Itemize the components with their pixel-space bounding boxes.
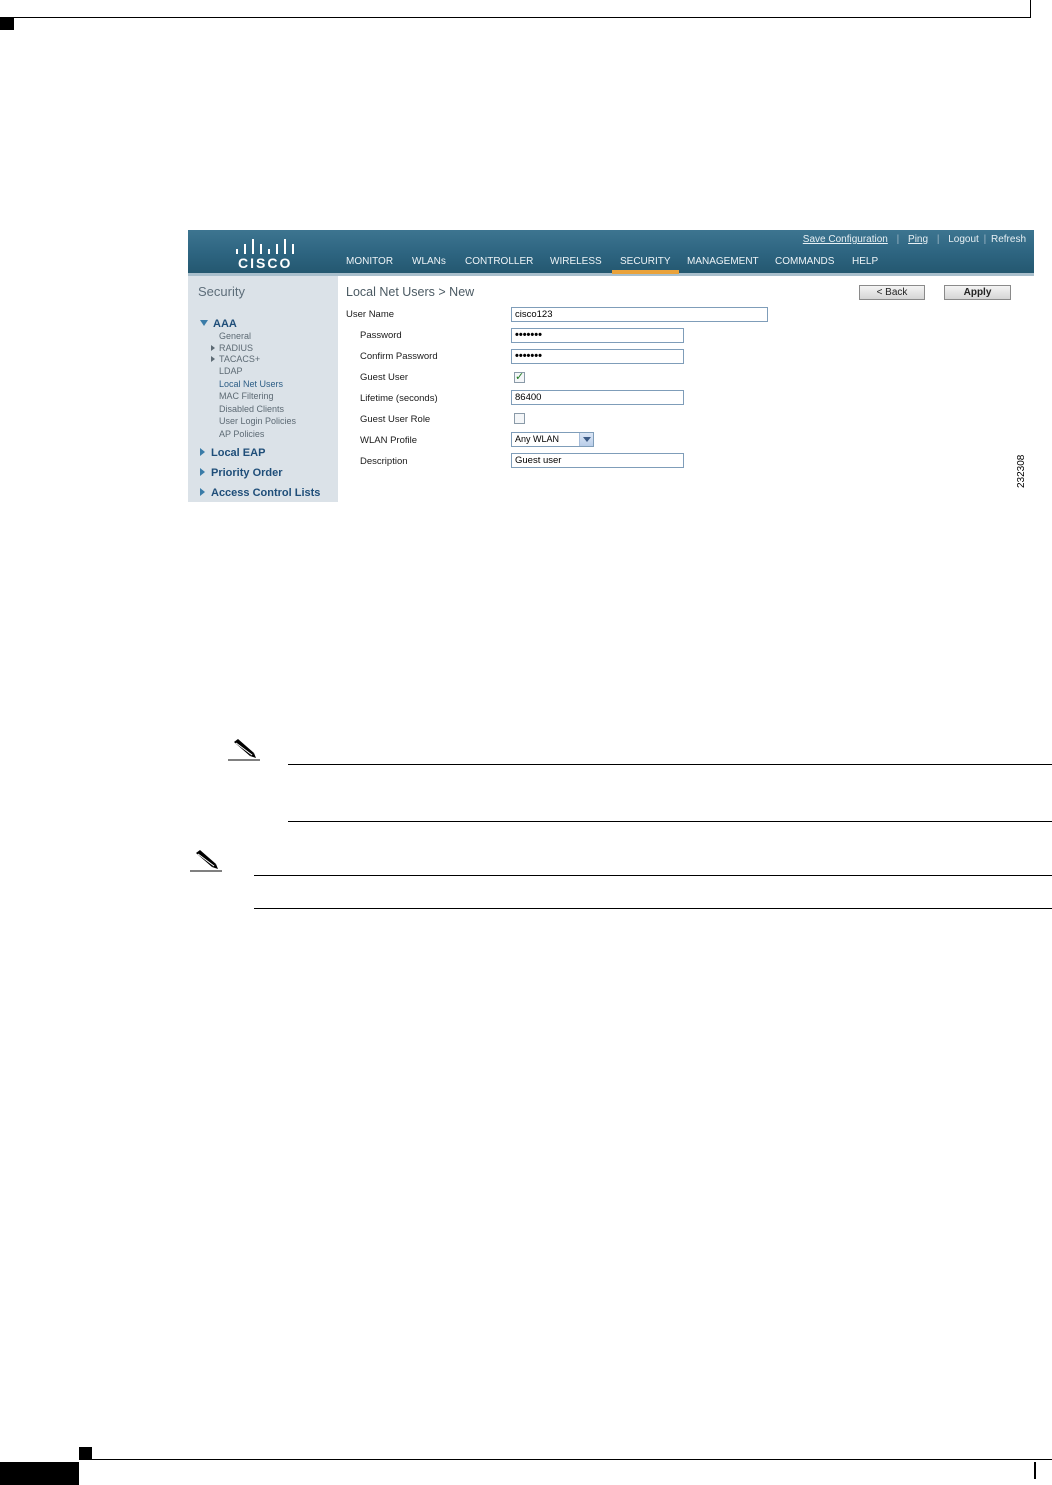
note-top-rule	[288, 764, 1052, 765]
top-rule-tick	[1030, 0, 1031, 18]
menu-management[interactable]: MANAGEMENT	[687, 256, 759, 267]
note-pencil-icon	[228, 739, 260, 761]
menu-controller[interactable]: CONTROLLER	[465, 256, 533, 267]
top-rule	[0, 17, 1030, 18]
sidebar-item-radius[interactable]: RADIUS	[211, 343, 254, 353]
sidebar: Security AAA General RADIUS TACACS+ LDAP…	[188, 276, 338, 502]
note-bottom-rule	[254, 908, 1052, 909]
menu-security[interactable]: SECURITY	[620, 256, 671, 267]
guest-user-role-checkbox[interactable]	[514, 413, 525, 424]
ping-link[interactable]: Ping	[908, 234, 928, 245]
logout-link[interactable]: Logout	[948, 234, 979, 245]
save-configuration-link[interactable]: Save Configuration	[803, 234, 888, 245]
bottom-rule	[79, 1459, 1052, 1460]
utility-separator: |	[936, 234, 940, 245]
back-button[interactable]: < Back	[859, 285, 925, 300]
wlan-profile-value: Any WLAN	[515, 434, 560, 444]
wlan-profile-select[interactable]: Any WLAN	[511, 432, 594, 447]
guest-user-role-label: Guest User Role	[360, 414, 431, 425]
menu-commands[interactable]: COMMANDS	[775, 256, 834, 267]
chevron-down-icon[interactable]	[579, 433, 593, 446]
brand-word: CISCO	[238, 255, 293, 271]
collapsed-triangle-icon	[200, 468, 205, 476]
password-label: Password	[360, 330, 402, 341]
refresh-link[interactable]: Refresh	[991, 234, 1026, 245]
sidebar-item-mac-filtering[interactable]: MAC Filtering	[219, 391, 274, 401]
utility-separator: |	[983, 234, 987, 245]
menu-monitor[interactable]: MONITOR	[346, 256, 393, 267]
cisco-logo-bars-icon	[236, 234, 294, 254]
bottom-corner-marker	[79, 1447, 92, 1459]
user-name-label: User Name	[346, 309, 395, 320]
figure-number: 232308	[1016, 454, 1027, 488]
menu-wlans[interactable]: WLANs	[412, 256, 446, 267]
password-input[interactable]: •••••••	[511, 328, 684, 343]
note-bottom-rule	[288, 821, 1052, 822]
lifetime-label: Lifetime (seconds)	[360, 393, 438, 404]
sidebar-item-tacacs[interactable]: TACACS+	[211, 354, 261, 364]
wlan-profile-label: WLAN Profile	[360, 435, 418, 446]
sidebar-item-ldap[interactable]: LDAP	[219, 366, 243, 376]
menu-help[interactable]: HELP	[852, 256, 878, 267]
confirm-password-input[interactable]: •••••••	[511, 349, 684, 364]
sidebar-group-label: AAA	[213, 318, 237, 330]
sidebar-item-disabled-clients[interactable]: Disabled Clients	[219, 404, 284, 414]
sidebar-item-ap-policies[interactable]: AP Policies	[219, 429, 264, 439]
guest-user-label: Guest User	[360, 372, 409, 383]
page-title: Local Net Users > New	[346, 285, 475, 299]
main-content: Local Net Users > New < Back Apply User …	[338, 276, 1034, 502]
utility-links: Save Configuration | Ping | Logout | Ref…	[803, 234, 1026, 245]
sidebar-group-label: Access Control Lists	[211, 487, 321, 499]
cisco-logo: CISCO	[226, 234, 308, 271]
confirm-password-label: Confirm Password	[360, 351, 438, 362]
utility-separator: |	[896, 234, 900, 245]
guest-user-checkbox[interactable]	[514, 370, 525, 383]
sidebar-group-label: Local EAP	[211, 447, 266, 459]
collapsed-triangle-icon	[200, 488, 205, 496]
top-banner: CISCO Save Configuration | Ping | Logout…	[188, 230, 1034, 273]
collapsed-triangle-icon	[211, 356, 215, 362]
sidebar-group-local-eap[interactable]: Local EAP	[200, 447, 265, 459]
bottom-rule-tick	[1034, 1462, 1036, 1479]
sidebar-group-priority-order[interactable]: Priority Order	[200, 467, 283, 479]
sidebar-group-access-control-lists[interactable]: Access Control Lists	[200, 487, 320, 499]
lifetime-input[interactable]: 86400	[511, 390, 684, 405]
sidebar-group-label: Priority Order	[211, 467, 283, 479]
collapsed-triangle-icon	[200, 448, 205, 456]
active-tab-indicator	[612, 270, 679, 274]
sidebar-item-general[interactable]: General	[219, 331, 251, 341]
note-pencil-icon	[190, 850, 222, 872]
description-label: Description	[360, 456, 408, 467]
note-top-rule	[254, 875, 1052, 876]
sidebar-group-aaa[interactable]: AAA	[200, 318, 237, 330]
apply-button[interactable]: Apply	[944, 285, 1011, 300]
menu-wireless[interactable]: WIRELESS	[550, 256, 602, 267]
expanded-triangle-icon	[200, 320, 208, 326]
controller-screenshot: CISCO Save Configuration | Ping | Logout…	[188, 230, 1034, 502]
user-name-input[interactable]: cisco123	[511, 307, 768, 322]
sidebar-item-label: RADIUS	[219, 343, 254, 353]
sidebar-item-user-login-policies[interactable]: User Login Policies	[219, 416, 296, 426]
sidebar-item-label: TACACS+	[219, 354, 261, 364]
sidebar-item-local-net-users[interactable]: Local Net Users	[219, 379, 283, 389]
description-input[interactable]: Guest user	[511, 453, 684, 468]
collapsed-triangle-icon	[211, 345, 215, 351]
top-corner-marker	[0, 18, 14, 30]
page-number-block	[0, 1462, 79, 1485]
sidebar-title: Security	[198, 284, 245, 299]
